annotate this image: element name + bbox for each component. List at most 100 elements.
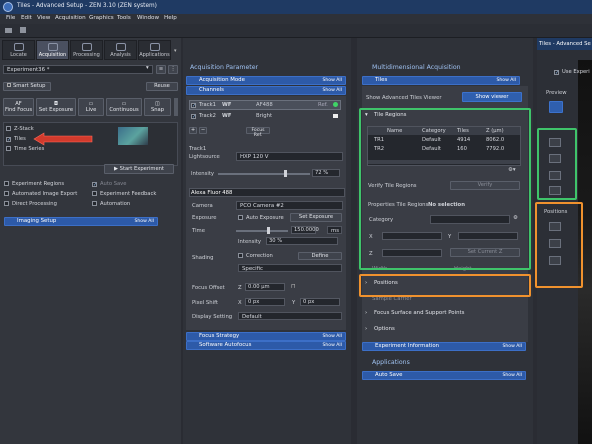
chevron-down-icon[interactable]: ▾ [174,48,177,54]
menu-graphics[interactable]: Graphics [89,15,114,21]
check-icon: ✓ [92,182,98,188]
intensity-input[interactable]: 72 % [312,169,340,177]
camera-select[interactable]: PCO Camera #2 [236,201,343,210]
shading-mode-select[interactable]: Specific [238,264,342,272]
start-experiment-button[interactable]: ▶ Start Experiment [104,164,174,174]
lightsource-select[interactable]: HXP 120 V [236,152,343,161]
pixel-shift-y-label: Y [292,300,296,306]
menu-bar: File Edit View Acquisition Graphics Tool… [0,14,592,24]
time-slider[interactable] [236,230,288,232]
menu-file[interactable]: File [6,15,15,21]
menu-view[interactable]: View [37,15,50,21]
display-setting-select[interactable]: Default [238,312,342,320]
focus-offset-input[interactable]: 0.00 µm [245,283,285,291]
auto-save-header[interactable]: Auto Save Show All [362,371,526,380]
add-track-button[interactable]: + [189,127,197,134]
intensity-label-2: Intensity [238,239,262,245]
direct-processing-checkbox[interactable]: Direct Processing [4,201,57,207]
multidimensional-title: Multidimensional Acquisition [372,64,461,71]
far-right-title: Tiles - Advanced Se [539,41,591,47]
use-experiment-checkbox[interactable]: ✓ Use Experi [554,69,590,76]
automation-checkbox[interactable]: Automation [92,201,130,207]
tile-tools-highlight [537,128,577,200]
check-icon: ✓ [6,137,12,143]
tab-processing[interactable]: Processing [70,40,103,60]
focus-offset-label: Focus Offset [192,285,225,291]
window-title: Tiles - Advanced Setup - ZEN 3.10 (ZEN s… [17,3,157,9]
remove-track-button[interactable]: − [199,127,207,134]
define-button[interactable]: Define [298,252,342,260]
track2-dye: Bright [256,113,273,119]
focus-ref-button[interactable]: Focus Ref. [246,127,270,138]
channels-header[interactable]: Channels Show All [186,86,346,95]
pixel-shift-label: Pixel Shift [192,300,218,306]
chevron-down-icon[interactable]: ▾ [146,65,149,71]
tiles-header[interactable]: Tiles Show All [362,76,520,85]
positions-highlight [359,274,531,297]
software-autofocus-header[interactable]: Software Autofocus Show All [186,341,346,350]
preview-label: Preview [546,90,567,96]
menu-edit[interactable]: Edit [21,15,32,21]
intensity-slider[interactable] [218,173,310,175]
auto-save-checkbox[interactable]: ✓ Auto Save [92,181,126,188]
camera-label: Camera [192,203,213,209]
find-focus-button[interactable]: AF Find Focus [3,98,34,116]
tab-applications[interactable]: Applications [138,40,171,60]
pixel-shift-y-input[interactable]: 0 px [300,298,340,306]
zeiss-logo-icon [3,2,13,12]
timeseries-checkbox[interactable]: Time Series [6,146,44,152]
track2-checkbox[interactable]: ✓ Track2 [191,113,216,120]
menu-window[interactable]: Window [137,15,159,21]
smart-setup-button[interactable]: Smart Setup [3,82,51,91]
experiment-regions-checkbox[interactable]: Experiment Regions [4,181,64,187]
experiment-feedback-checkbox[interactable]: Experiment Feedback [92,191,156,197]
quick-toolbar [0,24,592,38]
intensity-label: Intensity [191,171,215,177]
reuse-button[interactable]: Reuse [146,82,178,91]
time-input[interactable]: 150.0000 [291,226,319,234]
smart-setup-icon [7,83,11,87]
tab-acquisition[interactable]: Acquisition [36,40,69,60]
set-exposure-button-2[interactable]: Set Exposure [290,213,342,222]
lock-icon[interactable]: ⊓ [291,283,296,290]
applications-title: Applications [372,359,410,366]
scrollbar[interactable] [174,98,178,116]
continuous-button[interactable]: ▭ Continuous [106,98,142,116]
auto-exposure-checkbox[interactable]: Auto Exposure [238,215,284,221]
menu-tools[interactable]: Tools [117,15,131,21]
correction-checkbox[interactable]: Correction [238,253,273,259]
menu-acquisition[interactable]: Acquisition [55,15,86,21]
options-header[interactable]: › Options [362,325,528,335]
save-icon[interactable] [20,27,26,33]
pixel-shift-x-input[interactable]: 0 px [245,298,285,306]
time-unit-select[interactable]: ms [327,226,342,234]
tab-locate[interactable]: Locate [2,40,35,60]
preview-button[interactable] [549,101,563,113]
tiles-checkbox[interactable]: ✓ Tiles [6,136,26,143]
menu-help[interactable]: Help [164,15,177,21]
imaging-setup-header[interactable]: Imaging Setup Show All [4,217,158,226]
processing-icon [81,43,92,51]
time-slider-handle[interactable] [267,227,270,234]
show-viewer-button[interactable]: Show viewer [462,92,522,102]
set-exposure-button[interactable]: ◘ Set Exposure [36,98,76,116]
tab-analysis[interactable]: Analysis [104,40,137,60]
focus-surface-header[interactable]: › Focus Surface and Support Points [362,309,528,319]
left-tool-area: Locate Acquisition Processing Analysis A… [0,38,181,444]
show-all-toggle[interactable]: Show All [134,218,154,225]
focus-strategy-header[interactable]: Focus Strategy Show All [186,332,346,341]
intensity-input-2[interactable]: 30 % [266,237,338,245]
open-folder-icon[interactable] [5,28,12,33]
experiment-menu-button[interactable]: ≡ [156,65,166,74]
automated-image-export-checkbox[interactable]: Automated Image Export [4,191,77,197]
expand-icon: › [365,326,368,332]
tile-regions-highlight [359,108,531,270]
intensity-slider-handle[interactable] [284,170,287,177]
live-button[interactable]: ▭ Live [78,98,104,116]
experiment-information-header[interactable]: Experiment Information Show All [362,342,526,351]
acquisition-mode-header[interactable]: Acquisition Mode Show All [186,76,346,85]
snap-button[interactable]: ◫ Snap [144,98,171,116]
track1-checkbox[interactable]: ✓ Track1 [191,102,216,109]
experiment-more-button[interactable]: ⋮ [168,65,178,74]
experiment-select[interactable]: Experiment36 * [3,65,153,74]
